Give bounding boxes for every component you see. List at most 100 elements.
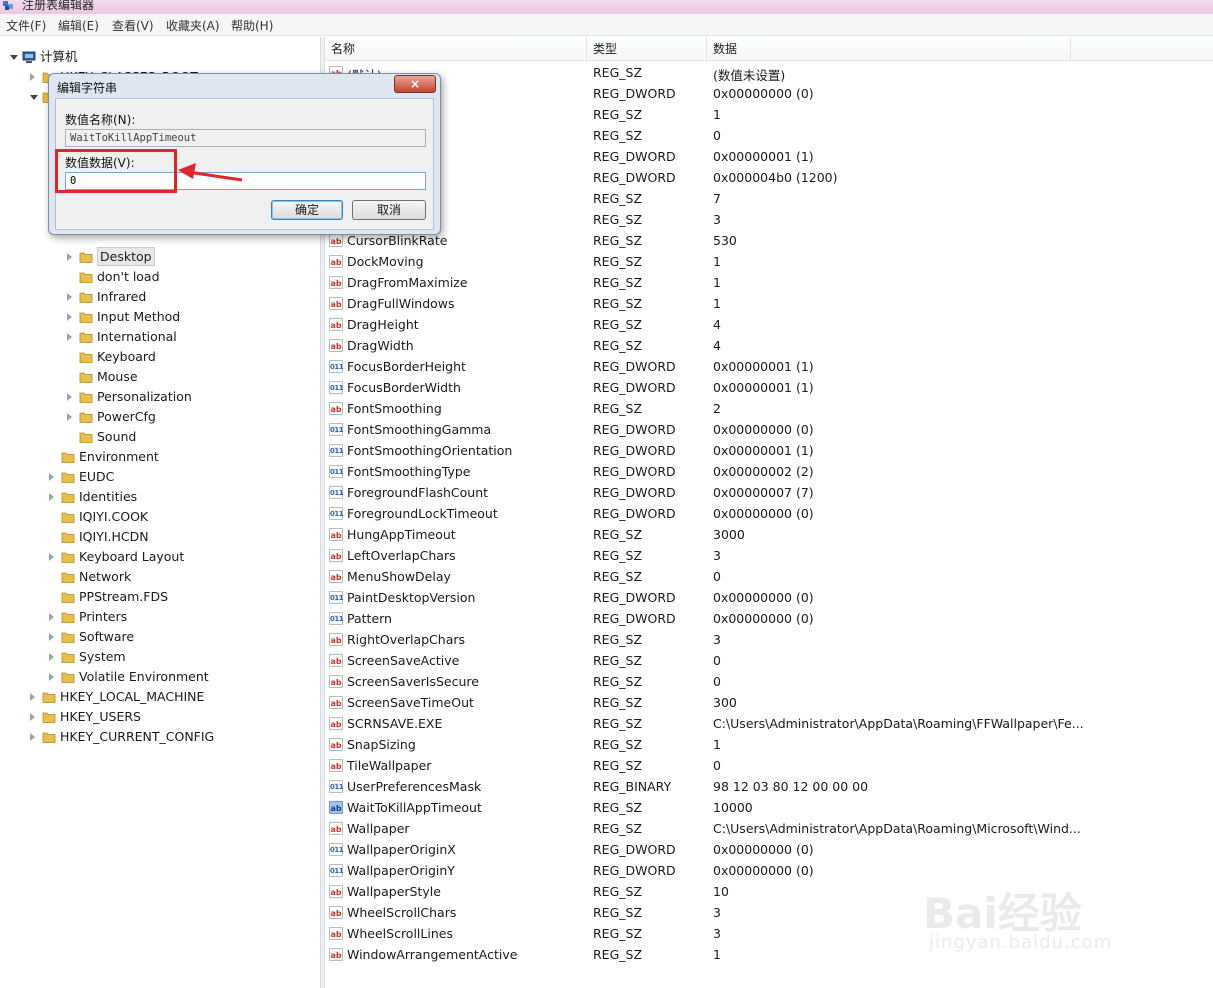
column-header-type[interactable]: 类型 — [587, 37, 707, 61]
column-header-name[interactable]: 名称 — [325, 37, 587, 61]
value-row[interactable]: ab ScreenSaveTimeOut REG_SZ 300 — [325, 692, 1213, 713]
value-row[interactable]: 011 PaintDesktopVersion REG_DWORD 0x0000000… — [325, 587, 1213, 608]
tree-item[interactable]: Keyboard — [67, 347, 320, 367]
value-row[interactable]: ab WaitToKillAppTimeout REG_SZ 10000 — [325, 797, 1213, 818]
tree-item[interactable]: HKEY_USERS — [30, 707, 320, 727]
expand-arrow-icon[interactable] — [49, 473, 54, 481]
tree-item[interactable]: Environment — [49, 447, 320, 467]
tree-item[interactable]: IQIYI.HCDN — [49, 527, 320, 547]
value-row[interactable]: ab DragHeight REG_SZ 4 — [325, 314, 1213, 335]
value-row[interactable]: ab RightOverlapChars REG_SZ 3 — [325, 629, 1213, 650]
expand-arrow-icon[interactable] — [49, 653, 54, 661]
tree-item[interactable]: Software — [49, 627, 320, 647]
tree-item[interactable]: Volatile Environment — [49, 667, 320, 687]
tree-item[interactable]: Network — [49, 567, 320, 587]
tree-item[interactable]: Personalization — [67, 387, 320, 407]
tree-item[interactable]: HKEY_CURRENT_CONFIG — [30, 727, 320, 747]
value-row[interactable]: ab CursorBlinkRate REG_SZ 530 — [325, 230, 1213, 251]
cancel-button[interactable]: 取消 — [352, 200, 426, 220]
tree-item[interactable]: International — [67, 327, 320, 347]
menu-favorites[interactable]: 收藏夹(A) — [166, 17, 220, 34]
column-header-data[interactable]: 数据 — [707, 37, 1071, 61]
tree-item[interactable]: Sound — [67, 427, 320, 447]
expand-arrow-icon[interactable] — [67, 333, 72, 341]
value-row[interactable]: abREG_SZ1 — [325, 104, 1213, 125]
tree-item[interactable]: Infrared — [67, 287, 320, 307]
value-row[interactable]: ab FontSmoothing REG_SZ 2 — [325, 398, 1213, 419]
value-row[interactable]: ab DockMoving REG_SZ 1 — [325, 251, 1213, 272]
tree-item[interactable]: System — [49, 647, 320, 667]
expand-arrow-icon[interactable] — [67, 293, 72, 301]
tree-item[interactable]: Printers — [49, 607, 320, 627]
value-row[interactable]: ab SnapSizing REG_SZ 1 — [325, 734, 1213, 755]
tree-item[interactable]: Desktop — [67, 247, 320, 267]
tree-item[interactable]: IQIYI.COOK — [49, 507, 320, 527]
value-row[interactable]: ab SCRNSAVE.EXE REG_SZ C:\Users\Administrat… — [325, 713, 1213, 734]
tree-item[interactable]: PPStream.FDS — [49, 587, 320, 607]
menu-edit[interactable]: 编辑(E) — [58, 17, 99, 34]
value-row[interactable]: 011 Pattern REG_DWORD 0x00000000 (0) — [325, 608, 1213, 629]
value-name: FontSmoothingOrientation — [347, 443, 513, 458]
dialog-close-button[interactable]: × — [394, 75, 436, 93]
tree-item-label: Personalization — [97, 389, 192, 404]
value-row[interactable]: ab ScreenSaveActive REG_SZ 0 — [325, 650, 1213, 671]
expand-arrow-icon[interactable] — [67, 413, 72, 421]
tree-item[interactable]: don't load — [67, 267, 320, 287]
value-row[interactable]: 011 WallpaperOriginY REG_DWORD 0x00000000 (… — [325, 860, 1213, 881]
expand-arrow-icon[interactable] — [30, 713, 35, 721]
tree-item[interactable]: Input Method — [67, 307, 320, 327]
expand-arrow-icon[interactable] — [67, 253, 72, 261]
tree-item[interactable]: PowerCfg — [67, 407, 320, 427]
expand-arrow-icon[interactable] — [49, 493, 54, 501]
value-row[interactable]: 011TimeoutREG_DWORD0x00000000 (0) — [325, 83, 1213, 104]
value-row[interactable]: 011 FontSmoothingType REG_DWORD 0x00000002 … — [325, 461, 1213, 482]
expand-arrow-icon[interactable] — [30, 733, 35, 741]
menu-help[interactable]: 帮助(H) — [231, 17, 273, 34]
tree-item[interactable]: Identities — [49, 487, 320, 507]
value-row[interactable]: ab TileWallpaper REG_SZ 0 — [325, 755, 1213, 776]
value-row[interactable]: ab DragFromMaximize REG_SZ 1 — [325, 272, 1213, 293]
value-type: REG_DWORD — [593, 443, 676, 458]
expand-arrow-icon[interactable] — [49, 633, 54, 641]
value-row[interactable]: 011 WallpaperOriginX REG_DWORD 0x00000000 (… — [325, 839, 1213, 860]
value-row[interactable]: 011REG_DWORD0x00000001 (1) — [325, 146, 1213, 167]
value-row[interactable]: ab ScreenSaverIsSecure REG_SZ 0 — [325, 671, 1213, 692]
value-row[interactable]: ab MenuShowDelay REG_SZ 0 — [325, 566, 1213, 587]
value-row[interactable]: 011 UserPreferencesMask REG_BINARY 98 12 03… — [325, 776, 1213, 797]
expand-arrow-icon[interactable] — [30, 73, 35, 81]
value-row[interactable]: ab DragWidth REG_SZ 4 — [325, 335, 1213, 356]
menu-view[interactable]: 查看(V) — [112, 17, 154, 34]
value-row[interactable]: abResetsREG_SZ0 — [325, 125, 1213, 146]
expand-arrow-icon[interactable] — [30, 693, 35, 701]
tree-item[interactable]: Keyboard Layout — [49, 547, 320, 567]
ok-button[interactable]: 确定 — [271, 200, 343, 220]
expand-arrow-icon[interactable] — [67, 313, 72, 321]
expand-arrow-icon[interactable] — [49, 613, 54, 621]
value-type: REG_SZ — [593, 653, 643, 668]
binary-value-icon: 011 — [329, 612, 344, 625]
value-row[interactable]: 011 FocusBorderWidth REG_DWORD 0x00000001 (… — [325, 377, 1213, 398]
value-row[interactable]: 011 ForegroundFlashCount REG_DWORD 0x000000… — [325, 482, 1213, 503]
value-row[interactable]: 011 ForegroundLockTimeout REG_DWORD 0x00000… — [325, 503, 1213, 524]
value-row[interactable]: abREG_SZ3 — [325, 209, 1213, 230]
expand-arrow-icon[interactable] — [49, 553, 54, 561]
collapse-arrow-icon[interactable] — [10, 55, 18, 60]
value-row[interactable]: ab LeftOverlapChars REG_SZ 3 — [325, 545, 1213, 566]
tree-item[interactable]: HKEY_LOCAL_MACHINE — [30, 687, 320, 707]
value-row[interactable]: 011 FocusBorderHeight REG_DWORD 0x00000001 … — [325, 356, 1213, 377]
tree-item[interactable]: 计算机 — [10, 47, 320, 67]
value-row[interactable]: 011 FontSmoothingGamma REG_DWORD 0x00000000… — [325, 419, 1213, 440]
value-row[interactable]: 011REG_DWORD0x000004b0 (1200) — [325, 167, 1213, 188]
value-row[interactable]: abnsREG_SZ7 — [325, 188, 1213, 209]
value-row[interactable]: ab DragFullWindows REG_SZ 1 — [325, 293, 1213, 314]
tree-item[interactable]: Mouse — [67, 367, 320, 387]
expand-arrow-icon[interactable] — [49, 673, 54, 681]
collapse-arrow-icon[interactable] — [30, 95, 38, 100]
value-row[interactable]: ab HungAppTimeout REG_SZ 3000 — [325, 524, 1213, 545]
value-row[interactable]: 011 FontSmoothingOrientation REG_DWORD 0x00… — [325, 440, 1213, 461]
value-row[interactable]: ab Wallpaper REG_SZ C:\Users\Administrator\… — [325, 818, 1213, 839]
tree-item[interactable]: EUDC — [49, 467, 320, 487]
value-row[interactable]: ab(默认)REG_SZ(数值未设置) — [325, 62, 1213, 83]
expand-arrow-icon[interactable] — [67, 393, 72, 401]
menu-file[interactable]: 文件(F) — [6, 17, 46, 34]
